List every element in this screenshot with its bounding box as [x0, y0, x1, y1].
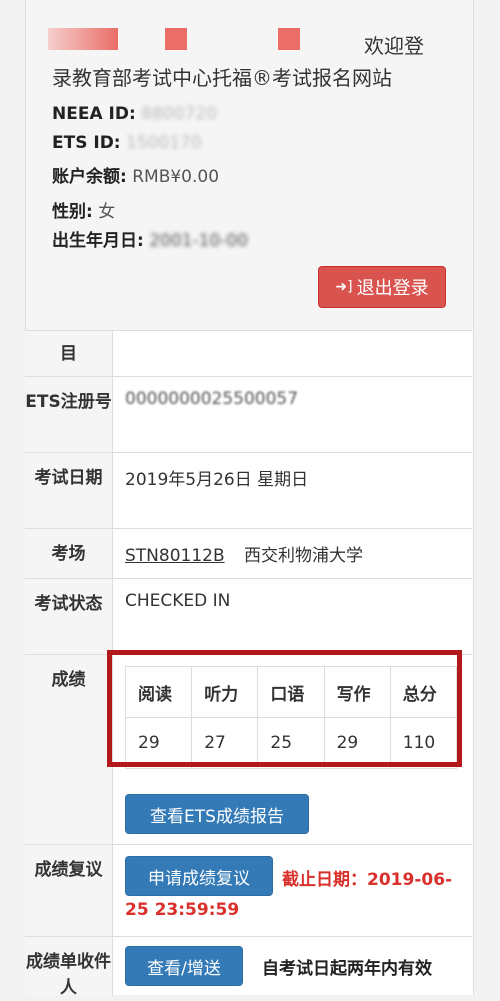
balance-line: 账户余额: RMB¥0.00 [52, 162, 219, 187]
balance-value: RMB¥0.00 [132, 167, 220, 187]
review-deadline-time: 25 23:59:59 [125, 900, 240, 920]
gender-value: 女 [98, 202, 116, 222]
venue-name: 西交利物浦大学 [244, 546, 364, 566]
row-label-item: 目 [25, 331, 113, 377]
redacted-name [165, 28, 187, 50]
ets-id-label: ETS ID: [52, 133, 121, 153]
table-row: 考试日期 2019年5月26日 星期日 [25, 452, 472, 529]
welcome-text: 欢迎登 [364, 34, 424, 58]
table-row: ETS注册号 0000000025500057 [25, 376, 472, 453]
neea-id-label: NEEA ID: [52, 104, 136, 124]
row-label-score-review: 成绩复议 [25, 845, 113, 937]
exam-status-value: CHECKED IN [125, 591, 231, 611]
view-add-recipient-button[interactable]: 查看/增送 [125, 946, 243, 986]
redacted-name [278, 28, 300, 50]
view-ets-report-button[interactable]: 查看ETS成绩报告 [125, 794, 309, 834]
exam-date-value: 2019年5月26日 星期日 [125, 470, 309, 490]
venue-code-link[interactable]: STN80112B [125, 546, 225, 566]
ets-registration-value: 0000000025500057 [125, 389, 299, 409]
ets-id-line: ETS ID: 1500170 [52, 133, 202, 153]
neea-id-line: NEEA ID: 8800720 [52, 104, 217, 124]
table-row: 考试状态 CHECKED IN [25, 578, 472, 655]
logout-label: 退出登录 [356, 278, 429, 299]
table-row: 考场 STN80112B 西交利物浦大学 [25, 528, 472, 579]
ets-id-value: 1500170 [126, 133, 202, 153]
table-row: 目 [25, 330, 472, 377]
row-label-venue: 考场 [25, 529, 113, 579]
validity-note: 自考试日起两年内有效 [262, 959, 432, 979]
dob-line: 出生年月日: 2001-10-00 [52, 226, 248, 251]
redacted-name [48, 28, 118, 50]
neea-id-value: 8800720 [141, 104, 217, 124]
logout-button[interactable]: ➜] 退出登录 [318, 266, 446, 308]
row-label-exam-status: 考试状态 [25, 579, 113, 655]
row-label-scores: 成绩 [25, 655, 113, 845]
site-name: 录教育部考试中心托福®考试报名网站 [52, 66, 392, 90]
gender-line: 性别: 女 [52, 197, 115, 222]
row-label-ets-registration: ETS注册号 [25, 377, 113, 453]
apply-review-button[interactable]: 申请成绩复议 [125, 856, 273, 896]
gender-label: 性别: [52, 202, 93, 222]
venue-value: STN80112B 西交利物浦大学 [125, 541, 363, 566]
dob-value: 2001-10-00 [149, 231, 249, 251]
row-label-exam-date: 考试日期 [25, 453, 113, 529]
dob-label: 出生年月日: [52, 231, 144, 251]
sign-out-icon: ➜] [335, 279, 353, 295]
review-deadline: 截止日期：2019-06- [282, 870, 453, 890]
row-label-score-recipient: 成绩单收件人 [25, 937, 113, 998]
balance-label: 账户余额: [52, 167, 127, 187]
score-highlight-box [107, 650, 462, 767]
